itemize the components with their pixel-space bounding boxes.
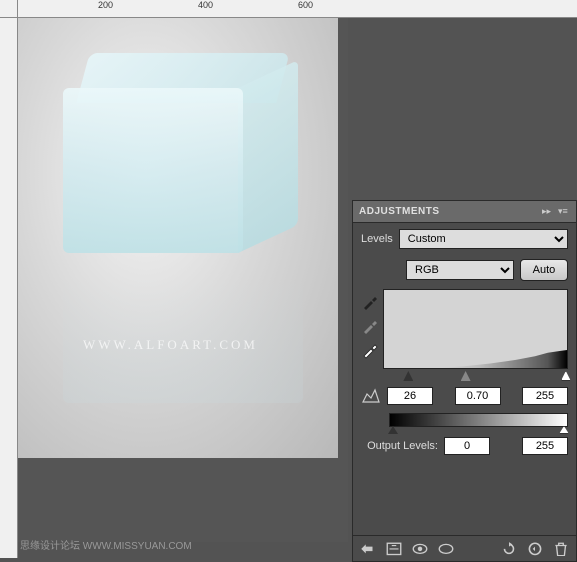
ruler-mark: 200 [98,0,113,10]
output-black-field[interactable] [444,437,490,455]
preset-select[interactable]: Custom [399,229,568,249]
output-levels-label: Output Levels: [361,440,438,452]
trash-icon[interactable] [552,541,570,557]
channel-select[interactable]: RGB [406,260,514,280]
ruler-horizontal[interactable]: 200 400 600 [18,0,577,18]
view-previous-icon[interactable] [437,541,455,557]
return-icon[interactable] [359,541,377,557]
input-white-field[interactable] [522,387,568,405]
histogram[interactable] [383,289,568,369]
panel-title: ADJUSTMENTS [359,206,440,217]
input-slider-track[interactable] [389,371,568,381]
output-white-handle[interactable] [559,426,569,434]
output-white-field[interactable] [522,437,568,455]
adjustments-panel: ADJUSTMENTS ▸▸ ▾≡ Levels Custom RGB Auto [352,200,577,562]
output-gradient[interactable] [389,413,568,427]
black-point-handle[interactable] [403,371,413,381]
input-gamma-field[interactable] [455,387,501,405]
panel-header[interactable]: ADJUSTMENTS ▸▸ ▾≡ [353,201,576,223]
histogram-data [439,350,567,368]
visibility-icon[interactable] [411,541,429,557]
reset-icon[interactable] [500,541,518,557]
eyedropper-gray-icon[interactable] [361,317,379,335]
auto-button[interactable]: Auto [520,259,568,281]
white-point-handle[interactable] [561,371,571,381]
input-black-field[interactable] [387,387,433,405]
menu-icon[interactable]: ▾≡ [558,206,570,218]
levels-icon [361,388,381,404]
ruler-vertical[interactable] [0,18,18,558]
eyedropper-black-icon[interactable] [361,293,379,311]
eyedropper-white-icon[interactable] [361,341,379,359]
watermark-text: WWW.ALFOART.COM [83,337,258,353]
reset-default-icon[interactable] [526,541,544,557]
ice-cube-image [63,53,303,263]
output-black-handle[interactable] [388,426,398,434]
ruler-corner [0,0,18,18]
ruler-mark: 600 [298,0,313,10]
ice-reflection [63,263,303,403]
footer-credit: 思缘设计论坛 WWW.MISSYUAN.COM [20,537,192,552]
levels-label: Levels [361,233,393,245]
canvas[interactable]: WWW.ALFOART.COM [18,18,348,542]
collapse-icon[interactable]: ▸▸ [542,206,554,218]
midpoint-handle[interactable] [461,371,471,381]
expand-icon[interactable] [385,541,403,557]
canvas-content: WWW.ALFOART.COM [18,18,338,458]
panel-footer [353,535,576,561]
ruler-mark: 400 [198,0,213,10]
